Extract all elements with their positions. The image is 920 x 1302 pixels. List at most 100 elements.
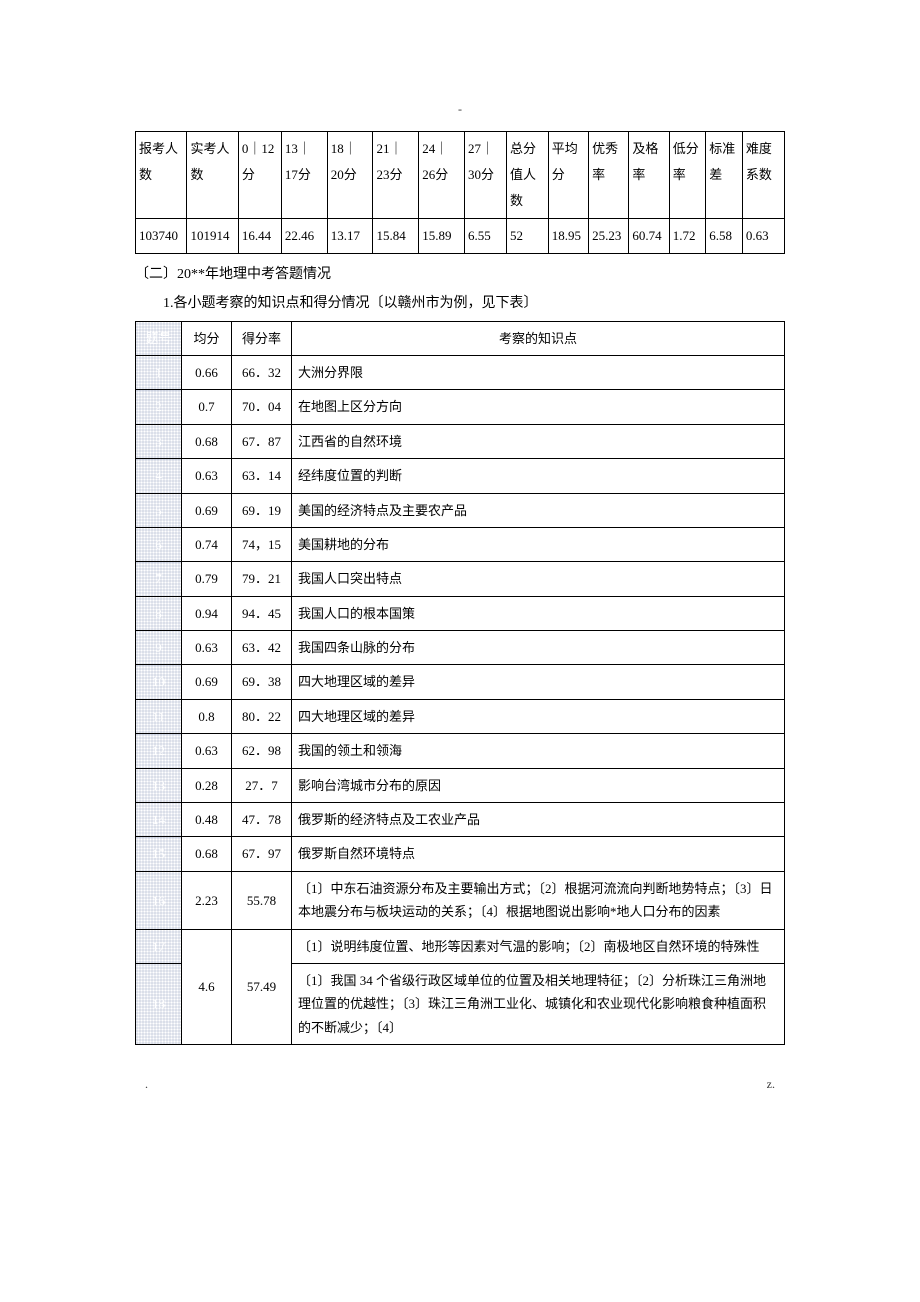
stats-h-14: 难度系数 [742, 132, 784, 219]
stats-h-5: 21｜23分 [373, 132, 419, 219]
rate-8: 94．45 [232, 596, 292, 630]
avg-10: 0.69 [182, 665, 232, 699]
stats-header-row: 报考人数 实考人数 0｜12分 13｜17分 18｜20分 21｜23分 24｜… [136, 132, 785, 219]
topic-8: 我国人口的根本国策 [292, 596, 785, 630]
rate-2: 70．04 [232, 390, 292, 424]
table-row: 90.6363．42我国四条山脉的分布 [136, 631, 785, 665]
q-9: 9 [136, 631, 182, 665]
table-row: 16 2.23 55.78 〔1〕中东石油资源分布及主要输出方式；〔2〕根据河流… [136, 871, 785, 929]
q-17: 17 [136, 929, 182, 963]
topic-1: 大洲分界限 [292, 355, 785, 389]
avg-13: 0.28 [182, 768, 232, 802]
stats-table: 报考人数 实考人数 0｜12分 13｜17分 18｜20分 21｜23分 24｜… [135, 131, 785, 254]
rate-16: 55.78 [232, 871, 292, 929]
stats-v-11: 60.74 [629, 219, 669, 254]
stats-h-0: 报考人数 [136, 132, 187, 219]
footer-left: . [145, 1075, 148, 1094]
avg-17-18: 4.6 [182, 929, 232, 1045]
stats-v-9: 18.95 [548, 219, 588, 254]
topic-9: 我国四条山脉的分布 [292, 631, 785, 665]
q-18: 18 [136, 963, 182, 1044]
q-6: 6 [136, 527, 182, 561]
table-row: 17 4.6 57.49 〔1〕说明纬度位置、地形等因素对气温的影响；〔2〕南极… [136, 929, 785, 963]
topic-5: 美国的经济特点及主要农产品 [292, 493, 785, 527]
q-10: 10 [136, 665, 182, 699]
scores-h-rate: 得分率 [232, 321, 292, 355]
q-11: 11 [136, 699, 182, 733]
table-row: 50.6969．19美国的经济特点及主要农产品 [136, 493, 785, 527]
stats-h-13: 标准差 [706, 132, 743, 219]
q-3: 3 [136, 424, 182, 458]
stats-value-row: 103740 101914 16.44 22.46 13.17 15.84 15… [136, 219, 785, 254]
q-7: 7 [136, 562, 182, 596]
rate-1: 66．32 [232, 355, 292, 389]
stats-v-13: 6.58 [706, 219, 743, 254]
q-14: 14 [136, 803, 182, 837]
scores-header-row: 题号 均分 得分率 考察的知识点 [136, 321, 785, 355]
stats-h-3: 13｜17分 [281, 132, 327, 219]
stats-v-2: 16.44 [238, 219, 281, 254]
q-4: 4 [136, 459, 182, 493]
topic-17: 〔1〕说明纬度位置、地形等因素对气温的影响；〔2〕南极地区自然环境的特殊性 [292, 929, 785, 963]
table-row: 60.7474，15美国耕地的分布 [136, 527, 785, 561]
stats-v-4: 13.17 [327, 219, 373, 254]
avg-15: 0.68 [182, 837, 232, 871]
stats-h-1: 实考人数 [187, 132, 238, 219]
table-row: 140.4847．78俄罗斯的经济特点及工农业产品 [136, 803, 785, 837]
topic-11: 四大地理区域的差异 [292, 699, 785, 733]
table-row: 10.6666．32大洲分界限 [136, 355, 785, 389]
stats-h-10: 优秀率 [589, 132, 629, 219]
topic-10: 四大地理区域的差异 [292, 665, 785, 699]
q-8: 8 [136, 596, 182, 630]
rate-5: 69．19 [232, 493, 292, 527]
top-marker: - [135, 100, 785, 119]
table-row: 20.770．04在地图上区分方向 [136, 390, 785, 424]
table-row: 150.6867．97俄罗斯自然环境特点 [136, 837, 785, 871]
rate-3: 67．87 [232, 424, 292, 458]
rate-13: 27．7 [232, 768, 292, 802]
section-2-sub: 1.各小题考察的知识点和得分情况〔以赣州市为例，见下表〕 [135, 291, 785, 316]
topic-7: 我国人口突出特点 [292, 562, 785, 596]
avg-3: 0.68 [182, 424, 232, 458]
stats-v-3: 22.46 [281, 219, 327, 254]
section-2-title: 〔二〕20**年地理中考答题情况 [135, 262, 785, 287]
table-row: 80.9494．45我国人口的根本国策 [136, 596, 785, 630]
stats-h-4: 18｜20分 [327, 132, 373, 219]
table-row: 130.2827．7影响台湾城市分布的原因 [136, 768, 785, 802]
stats-h-7: 27｜30分 [464, 132, 506, 219]
topic-12: 我国的领土和领海 [292, 734, 785, 768]
topic-18: 〔1〕我国 34 个省级行政区域单位的位置及相关地理特征；〔2〕分析珠江三角洲地… [292, 963, 785, 1044]
stats-v-6: 15.89 [419, 219, 465, 254]
stats-h-8: 总分值人数 [506, 132, 548, 219]
rate-17-18: 57.49 [232, 929, 292, 1045]
avg-9: 0.63 [182, 631, 232, 665]
footer: . z. [135, 1075, 785, 1094]
q-16: 16 [136, 871, 182, 929]
q-12: 12 [136, 734, 182, 768]
avg-11: 0.8 [182, 699, 232, 733]
rate-6: 74，15 [232, 527, 292, 561]
topic-6: 美国耕地的分布 [292, 527, 785, 561]
rate-12: 62．98 [232, 734, 292, 768]
table-row: 120.6362．98我国的领土和领海 [136, 734, 785, 768]
stats-v-10: 25.23 [589, 219, 629, 254]
avg-16: 2.23 [182, 871, 232, 929]
stats-h-11: 及格率 [629, 132, 669, 219]
topic-3: 江西省的自然环境 [292, 424, 785, 458]
avg-1: 0.66 [182, 355, 232, 389]
avg-2: 0.7 [182, 390, 232, 424]
table-row: 110.880．22四大地理区域的差异 [136, 699, 785, 733]
rate-15: 67．97 [232, 837, 292, 871]
stats-v-14: 0.63 [742, 219, 784, 254]
rate-14: 47．78 [232, 803, 292, 837]
avg-8: 0.94 [182, 596, 232, 630]
table-row: 30.6867．87江西省的自然环境 [136, 424, 785, 458]
rate-4: 63．14 [232, 459, 292, 493]
topic-2: 在地图上区分方向 [292, 390, 785, 424]
stats-v-0: 103740 [136, 219, 187, 254]
topic-4: 经纬度位置的判断 [292, 459, 785, 493]
avg-14: 0.48 [182, 803, 232, 837]
q-1: 1 [136, 355, 182, 389]
topic-13: 影响台湾城市分布的原因 [292, 768, 785, 802]
q-15: 15 [136, 837, 182, 871]
